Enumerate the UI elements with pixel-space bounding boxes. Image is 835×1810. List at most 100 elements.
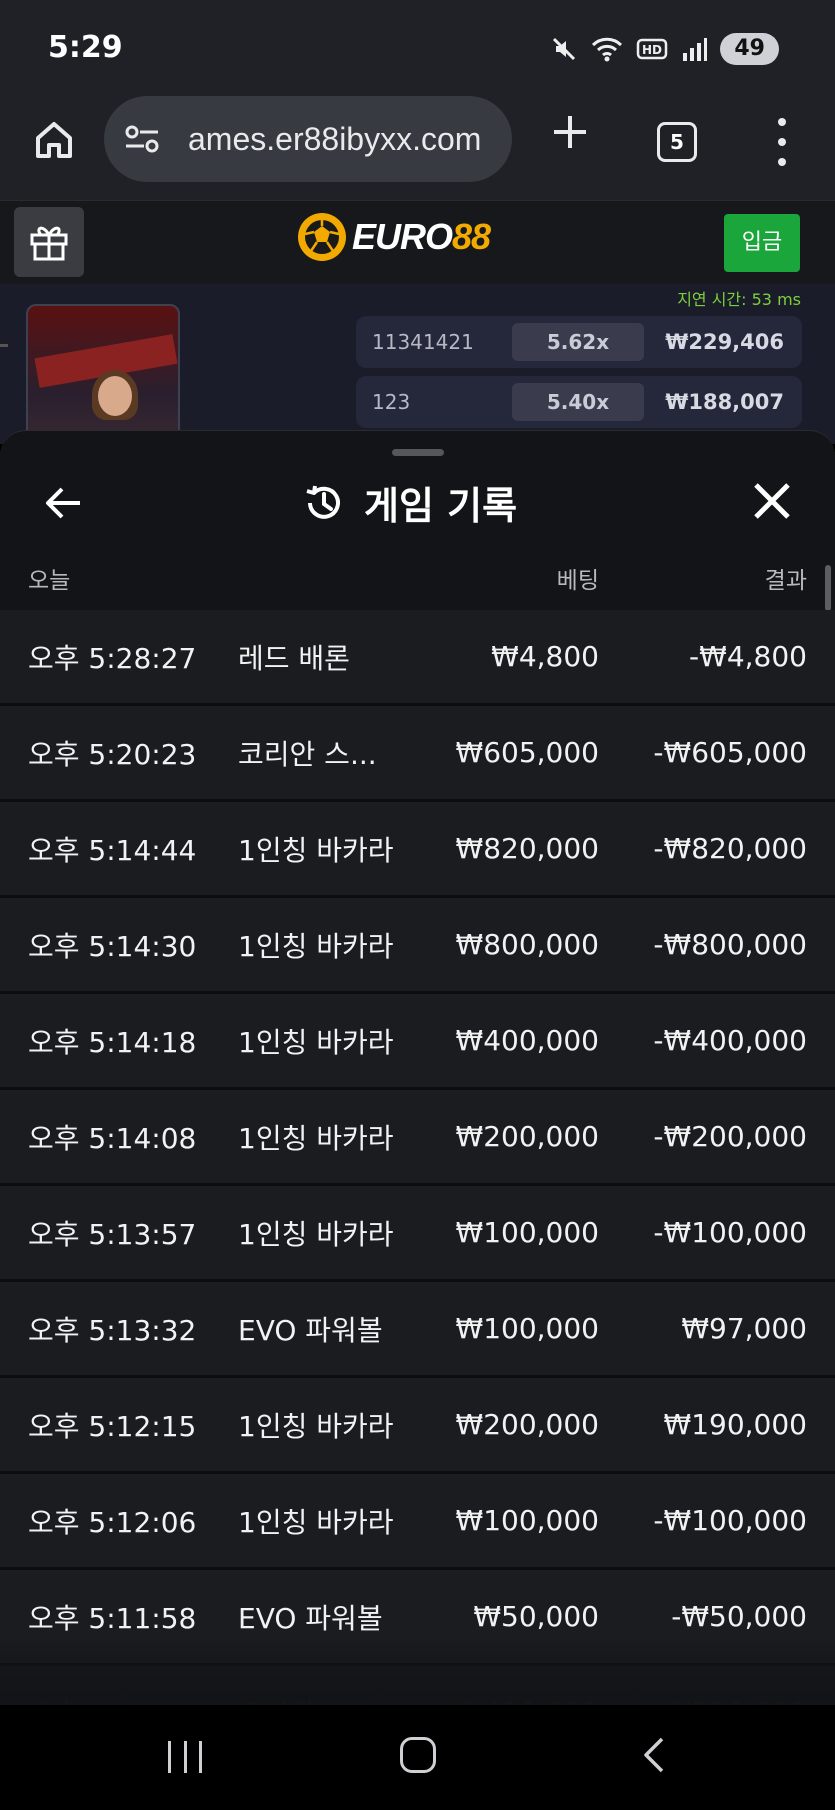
status-bar: 5:29 HD 49 bbox=[0, 0, 835, 96]
row-result: ₩190,000 bbox=[663, 1408, 807, 1441]
row-bet: ₩820,000 bbox=[455, 832, 599, 865]
back-nav-button[interactable] bbox=[638, 1735, 668, 1775]
row-time: 오후 5:14:18 bbox=[28, 1025, 197, 1059]
sheet-title-text: 게임 기록 bbox=[364, 484, 518, 528]
winner-amount: ₩229,406 bbox=[665, 330, 784, 354]
row-result: -₩200,000 bbox=[653, 1120, 807, 1153]
history-row[interactable]: 오후 5:20:23 코리안 스... ₩605,000 -₩605,000 bbox=[0, 706, 835, 802]
recents-button[interactable] bbox=[168, 1741, 202, 1773]
row-game: 1인칭 바카라 bbox=[238, 1025, 394, 1059]
mute-icon bbox=[553, 37, 576, 61]
home-nav-button[interactable] bbox=[400, 1737, 436, 1773]
site-settings-icon[interactable] bbox=[124, 124, 176, 154]
close-icon bbox=[754, 483, 790, 519]
euro88-logo[interactable]: EURO88 bbox=[298, 213, 491, 261]
row-time: 오후 5:20:23 bbox=[28, 737, 197, 771]
gift-button[interactable] bbox=[14, 207, 84, 277]
sheet-title: 게임 기록 bbox=[302, 475, 517, 530]
plus-icon bbox=[554, 116, 586, 148]
deposit-button[interactable]: 입금 bbox=[724, 214, 800, 272]
latency-text: 지연 시간: 53 ms bbox=[677, 290, 801, 309]
history-row[interactable]: 오후 5:28:27 레드 배론 ₩4,800 -₩4,800 bbox=[0, 610, 835, 706]
column-header-date: 오늘 bbox=[28, 568, 71, 594]
history-row[interactable]: 오후 5:12:06 1인칭 바카라 ₩100,000 -₩100,000 bbox=[0, 1474, 835, 1570]
row-bet: ₩800,000 bbox=[455, 928, 599, 961]
row-bet: ₩50,000 bbox=[473, 1600, 599, 1633]
row-game: 코리안 스... bbox=[238, 737, 377, 771]
soccer-ball-icon bbox=[298, 213, 346, 261]
column-header-result: 결과 bbox=[764, 568, 807, 594]
scrollbar[interactable] bbox=[825, 565, 831, 611]
history-row[interactable]: 오후 5:11:58 EVO 파워볼 ₩50,000 -₩50,000 bbox=[0, 1570, 835, 1666]
row-result: -₩50,000 bbox=[671, 1600, 807, 1633]
game-background: 지연 시간: 53 ms 11341421 5.62x ₩229,406 123… bbox=[0, 284, 835, 444]
row-game: 1인칭 바카라 bbox=[238, 833, 394, 867]
history-icon bbox=[306, 485, 340, 519]
row-time: 오후 5:14:08 bbox=[28, 1121, 197, 1155]
row-result: -₩100,000 bbox=[653, 1504, 807, 1537]
row-time: 오후 5:14:30 bbox=[28, 929, 197, 963]
history-row[interactable]: 오후 5:14:18 1인칭 바카라 ₩400,000 -₩400,000 bbox=[0, 994, 835, 1090]
row-game: 1인칭 바카라 bbox=[238, 1217, 394, 1251]
row-time: 오후 5:14:44 bbox=[28, 833, 197, 867]
row-bet: ₩605,000 bbox=[455, 736, 599, 769]
row-time: 오후 5:11:58 bbox=[28, 1601, 197, 1635]
winner-id: 123 bbox=[372, 390, 411, 414]
history-row[interactable]: 오후 5:10:54 코리안 스... ₩400,000 ₩380,000 bbox=[0, 1666, 835, 1705]
row-time: 오후 5:12:06 bbox=[28, 1505, 197, 1539]
game-thumbnail[interactable] bbox=[26, 304, 180, 444]
winner-multiplier: 5.62x bbox=[512, 323, 644, 361]
row-game: 1인칭 바카라 bbox=[238, 929, 394, 963]
site-header: EURO88 입금 bbox=[0, 200, 835, 284]
home-button[interactable] bbox=[28, 114, 80, 166]
row-result: -₩800,000 bbox=[653, 928, 807, 961]
row-bet: ₩100,000 bbox=[455, 1312, 599, 1345]
menu-dot bbox=[778, 138, 786, 146]
row-bet: ₩100,000 bbox=[455, 1504, 599, 1537]
row-result: -₩100,000 bbox=[653, 1216, 807, 1249]
row-time: 오후 5:13:32 bbox=[28, 1313, 197, 1347]
row-time: 오후 5:10:54 bbox=[28, 1693, 196, 1706]
back-button[interactable] bbox=[42, 481, 86, 525]
winner-multiplier: 5.40x bbox=[512, 383, 644, 421]
row-bet: ₩4,800 bbox=[491, 640, 599, 673]
divider bbox=[0, 344, 8, 347]
winner-id: 11341421 bbox=[372, 330, 474, 354]
history-list[interactable]: 오후 5:28:27 레드 배론 ₩4,800 -₩4,800 오후 5:20:23 코… bbox=[0, 610, 835, 1705]
row-result: -₩605,000 bbox=[653, 736, 807, 769]
gift-icon bbox=[30, 226, 68, 261]
history-row[interactable]: 오후 5:12:15 1인칭 바카라 ₩200,000 ₩190,000 bbox=[0, 1378, 835, 1474]
svg-text:HD: HD bbox=[642, 43, 662, 57]
row-time: 오후 5:28:27 bbox=[28, 641, 197, 675]
sheet-drag-handle[interactable] bbox=[392, 449, 444, 456]
row-bet: ₩400,000 bbox=[455, 1024, 599, 1057]
row-bet: ₩100,000 bbox=[455, 1216, 599, 1249]
row-result: -₩4,800 bbox=[689, 640, 807, 673]
close-button[interactable] bbox=[752, 481, 792, 521]
history-row[interactable]: 오후 5:14:08 1인칭 바카라 ₩200,000 -₩200,000 bbox=[0, 1090, 835, 1186]
chevron-left-icon bbox=[644, 1737, 664, 1773]
battery-indicator: 49 bbox=[720, 33, 779, 65]
signal-icon bbox=[683, 38, 708, 61]
menu-dot bbox=[778, 158, 786, 166]
row-result: -₩820,000 bbox=[653, 832, 807, 865]
browser-menu-button[interactable] bbox=[770, 118, 794, 166]
tab-switcher-button[interactable]: 5 bbox=[657, 122, 697, 162]
row-game: 1인칭 바카라 bbox=[238, 1505, 394, 1539]
history-row[interactable]: 오후 5:14:44 1인칭 바카라 ₩820,000 -₩820,000 bbox=[0, 802, 835, 898]
hd-voice-icon: HD bbox=[637, 38, 668, 60]
new-tab-button[interactable] bbox=[548, 110, 592, 154]
winner-row: 123 5.40x ₩188,007 bbox=[356, 376, 802, 428]
row-game: EVO 파워볼 bbox=[238, 1601, 383, 1635]
history-row[interactable]: 오후 5:13:57 1인칭 바카라 ₩100,000 -₩100,000 bbox=[0, 1186, 835, 1282]
row-bet: ₩200,000 bbox=[455, 1408, 599, 1441]
row-result: ₩97,000 bbox=[681, 1312, 807, 1345]
url-text[interactable]: ames.er88ibyxx.com bbox=[188, 121, 481, 158]
history-row[interactable]: 오후 5:14:30 1인칭 바카라 ₩800,000 -₩800,000 bbox=[0, 898, 835, 994]
row-game: 1인칭 바카라 bbox=[238, 1121, 394, 1155]
column-header-bet: 베팅 bbox=[556, 568, 599, 594]
row-game: 코리안 스... bbox=[238, 1693, 377, 1706]
history-row[interactable]: 오후 5:13:32 EVO 파워볼 ₩100,000 ₩97,000 bbox=[0, 1282, 835, 1378]
home-icon bbox=[36, 122, 72, 158]
address-bar[interactable]: ames.er88ibyxx.com bbox=[104, 96, 512, 182]
